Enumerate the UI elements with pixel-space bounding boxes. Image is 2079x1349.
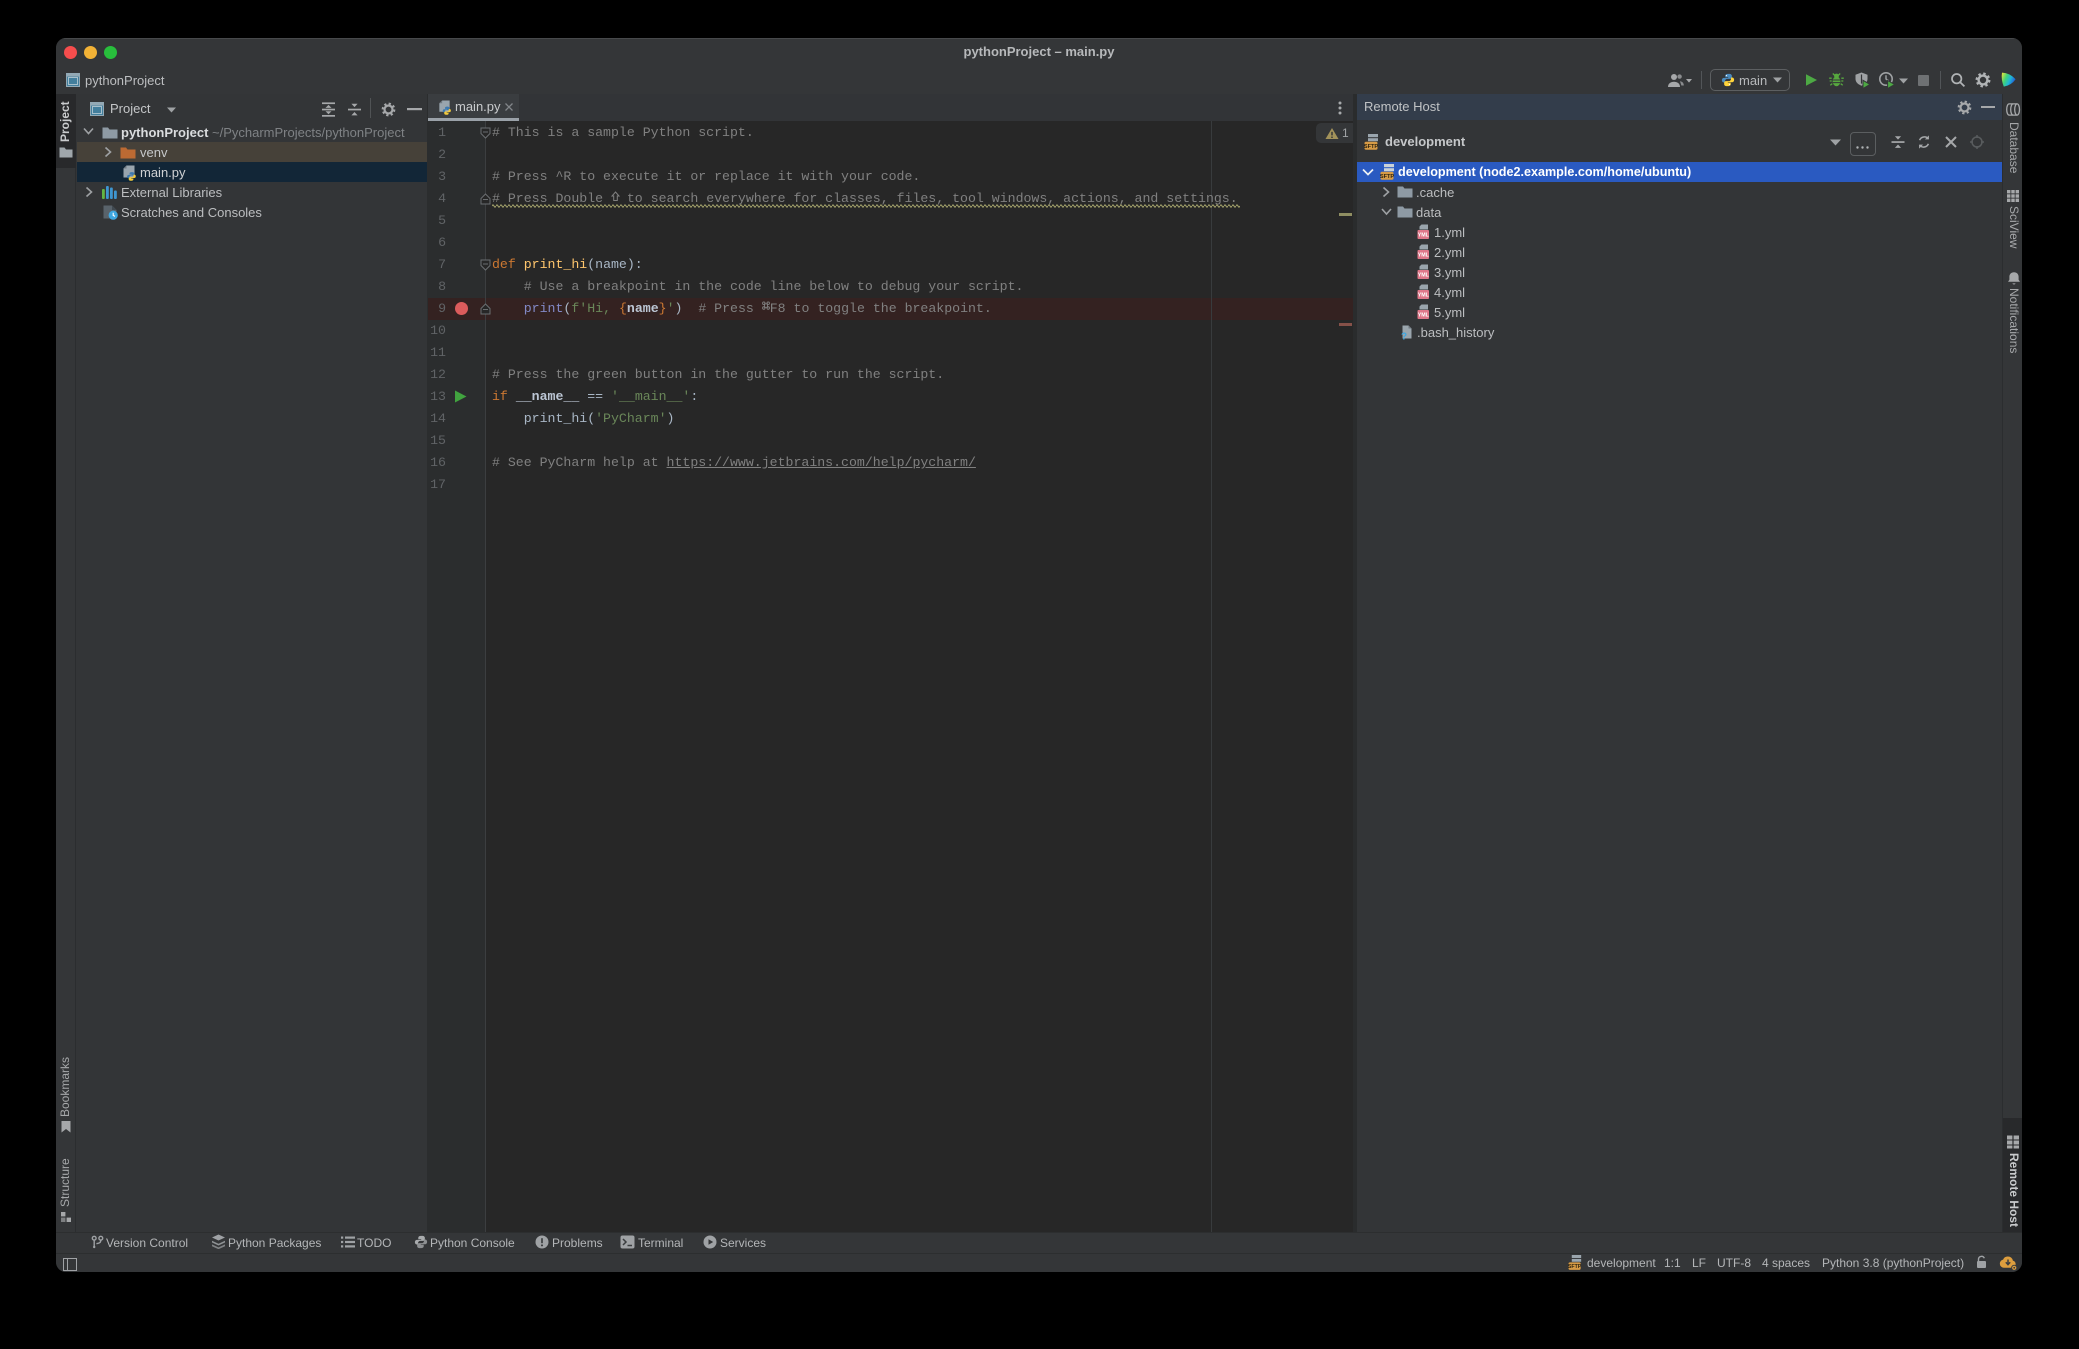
- svg-text:YML: YML: [1418, 293, 1430, 299]
- svg-text:SFTP: SFTP: [1364, 144, 1378, 150]
- svg-text:YML: YML: [1418, 233, 1430, 239]
- svg-text:YML: YML: [1418, 253, 1430, 259]
- svg-text:SFTP: SFTP: [1380, 174, 1394, 180]
- svg-text:YML: YML: [1418, 273, 1430, 279]
- svg-text:SFTP: SFTP: [1568, 1264, 1582, 1270]
- svg-text:?: ?: [1401, 332, 1407, 341]
- svg-text:YML: YML: [1418, 313, 1430, 319]
